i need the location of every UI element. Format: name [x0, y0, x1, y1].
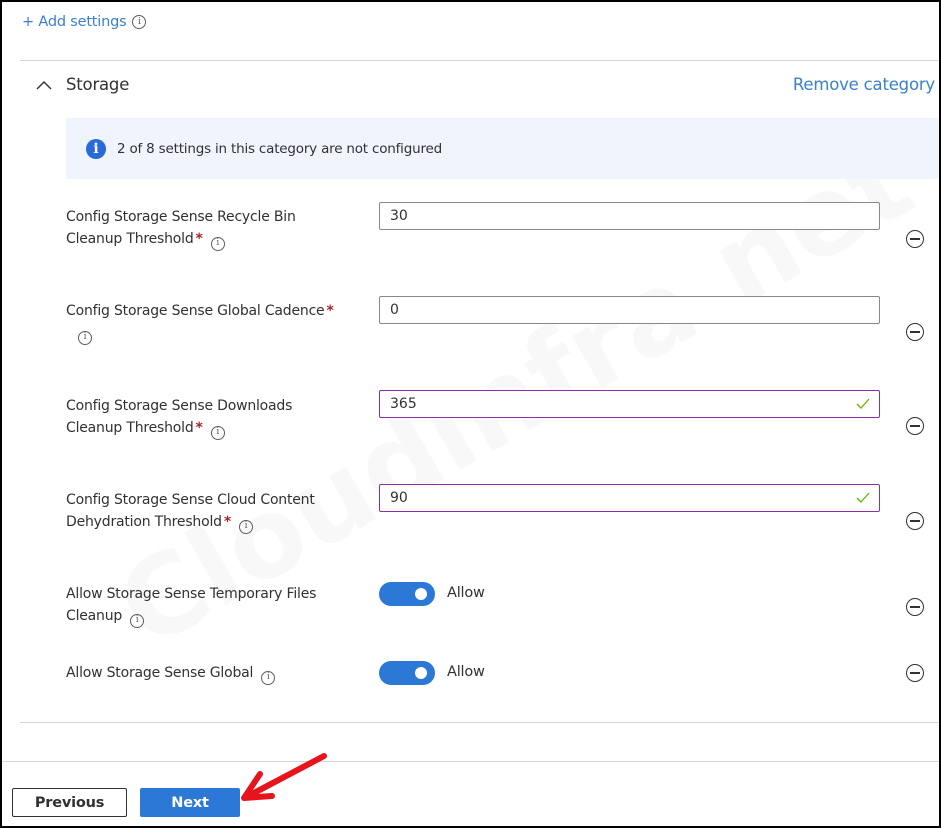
window-frame: Cloudinfra.net + Add settings i Storage …: [0, 0, 941, 828]
previous-button[interactable]: Previous: [12, 788, 127, 817]
required-marker: *: [195, 420, 203, 436]
next-button[interactable]: Next: [140, 788, 240, 817]
info-icon[interactable]: i: [132, 15, 147, 29]
info-icon[interactable]: i: [210, 236, 225, 251]
info-icon[interactable]: i: [210, 425, 225, 440]
remove-setting-icon[interactable]: [906, 230, 924, 248]
info-icon[interactable]: i: [261, 670, 276, 685]
chevron-up-icon[interactable]: [34, 76, 54, 96]
info-icon[interactable]: i: [238, 519, 253, 534]
remove-setting-icon[interactable]: [906, 417, 924, 435]
setting-label: Allow Storage Sense Temporary Files Clea…: [66, 583, 356, 628]
section-divider: [20, 60, 939, 61]
toggle-knob: [415, 667, 427, 679]
required-marker: *: [195, 231, 203, 247]
add-settings-label: + Add settings: [22, 14, 127, 30]
red-arrow-icon: [241, 753, 327, 801]
setting-label: Config Storage Sense Cloud Content Dehyd…: [66, 489, 356, 534]
downloads-threshold-input[interactable]: [379, 390, 880, 418]
text-field[interactable]: [380, 203, 850, 229]
required-marker: *: [223, 514, 231, 530]
setting-label: Allow Storage Sense Global i: [66, 662, 356, 685]
remove-setting-icon[interactable]: [906, 598, 924, 616]
required-marker: *: [326, 303, 334, 319]
toggle-state-label: Allow: [447, 664, 485, 680]
add-settings-link[interactable]: + Add settings i: [22, 14, 147, 30]
toggle-knob: [415, 588, 427, 600]
info-banner: i 2 of 8 settings in this category are n…: [66, 118, 939, 179]
check-icon: [856, 492, 870, 503]
section-divider: [20, 722, 939, 723]
check-icon: [856, 398, 870, 409]
footer-divider: [2, 761, 939, 762]
text-field[interactable]: [380, 391, 850, 417]
text-field[interactable]: [380, 297, 850, 323]
setting-label: Config Storage Sense Global Cadence * i: [66, 300, 356, 345]
recycle-bin-threshold-input[interactable]: [379, 202, 880, 230]
setting-label: Config Storage Sense Recycle Bin Cleanup…: [66, 206, 356, 251]
info-filled-icon: i: [86, 138, 106, 159]
remove-setting-icon[interactable]: [906, 323, 924, 341]
info-icon[interactable]: i: [130, 613, 145, 628]
text-field[interactable]: [380, 485, 850, 511]
toggle-state-label: Allow: [447, 585, 485, 601]
remove-setting-icon[interactable]: [906, 512, 924, 530]
setting-label: Config Storage Sense Downloads Cleanup T…: [66, 395, 356, 440]
global-cadence-input[interactable]: [379, 296, 880, 324]
category-title: Storage: [66, 75, 130, 94]
remove-category-link[interactable]: Remove category: [793, 75, 935, 94]
temporary-files-cleanup-toggle[interactable]: [379, 582, 435, 606]
cloud-dehydration-threshold-input[interactable]: [379, 484, 880, 512]
info-icon[interactable]: i: [78, 330, 92, 345]
banner-text: 2 of 8 settings in this category are not…: [117, 140, 442, 157]
remove-setting-icon[interactable]: [906, 664, 924, 682]
storage-sense-global-toggle[interactable]: [379, 661, 435, 685]
